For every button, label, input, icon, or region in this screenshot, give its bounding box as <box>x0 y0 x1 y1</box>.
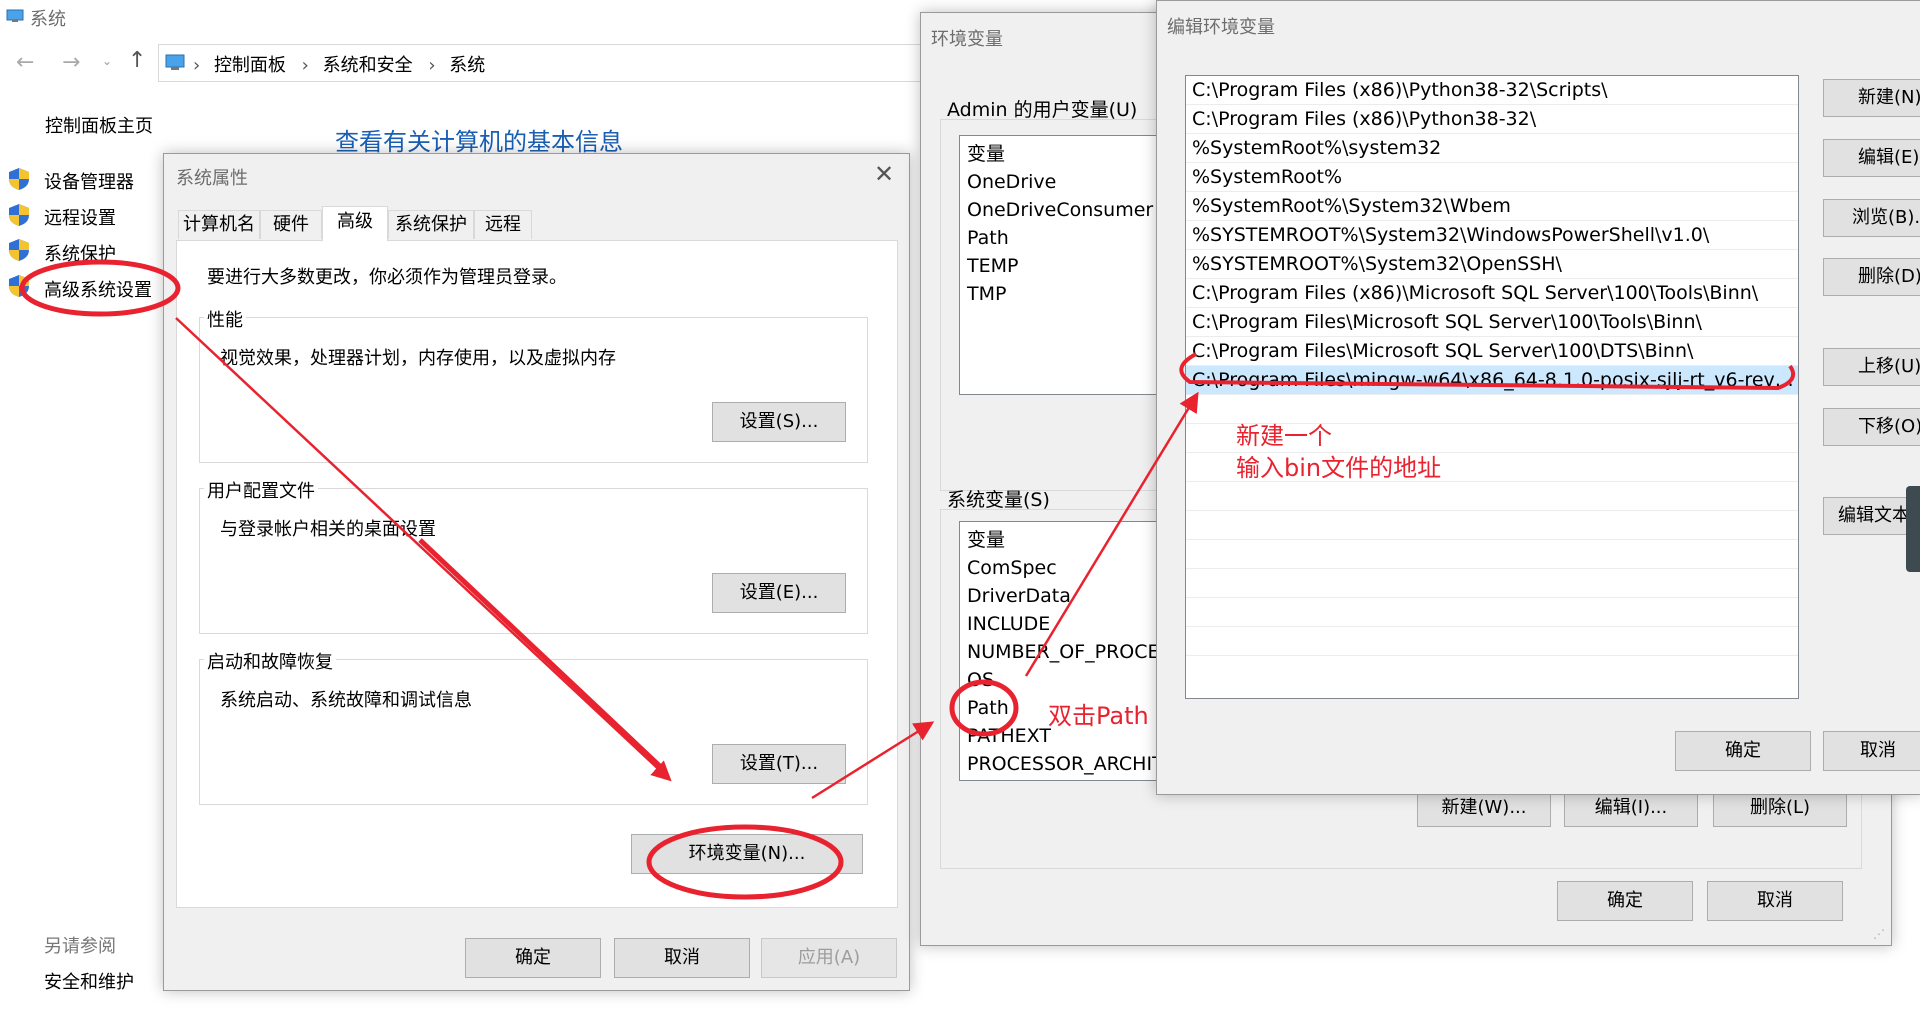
annotation-new-line1: 新建一个 <box>1236 422 1332 450</box>
annotation-new-line2: 输入bin文件的地址 <box>1236 454 1442 482</box>
annotation-layer <box>19 259 1795 900</box>
annotation-arrow <box>175 317 672 782</box>
annotation-circle-path <box>949 679 1019 737</box>
annotation-arrow <box>1024 391 1199 677</box>
annotation-arrow-thick <box>418 538 666 772</box>
annotation-arrow <box>811 721 935 800</box>
annotation-underline-mingw <box>1179 352 1795 391</box>
annotation-double-click: 双击Path <box>1048 702 1149 730</box>
annotation-circle-advanced <box>19 259 181 317</box>
tab-advanced[interactable]: 高级 <box>322 206 388 241</box>
annotation-circle-env-button <box>646 824 844 900</box>
